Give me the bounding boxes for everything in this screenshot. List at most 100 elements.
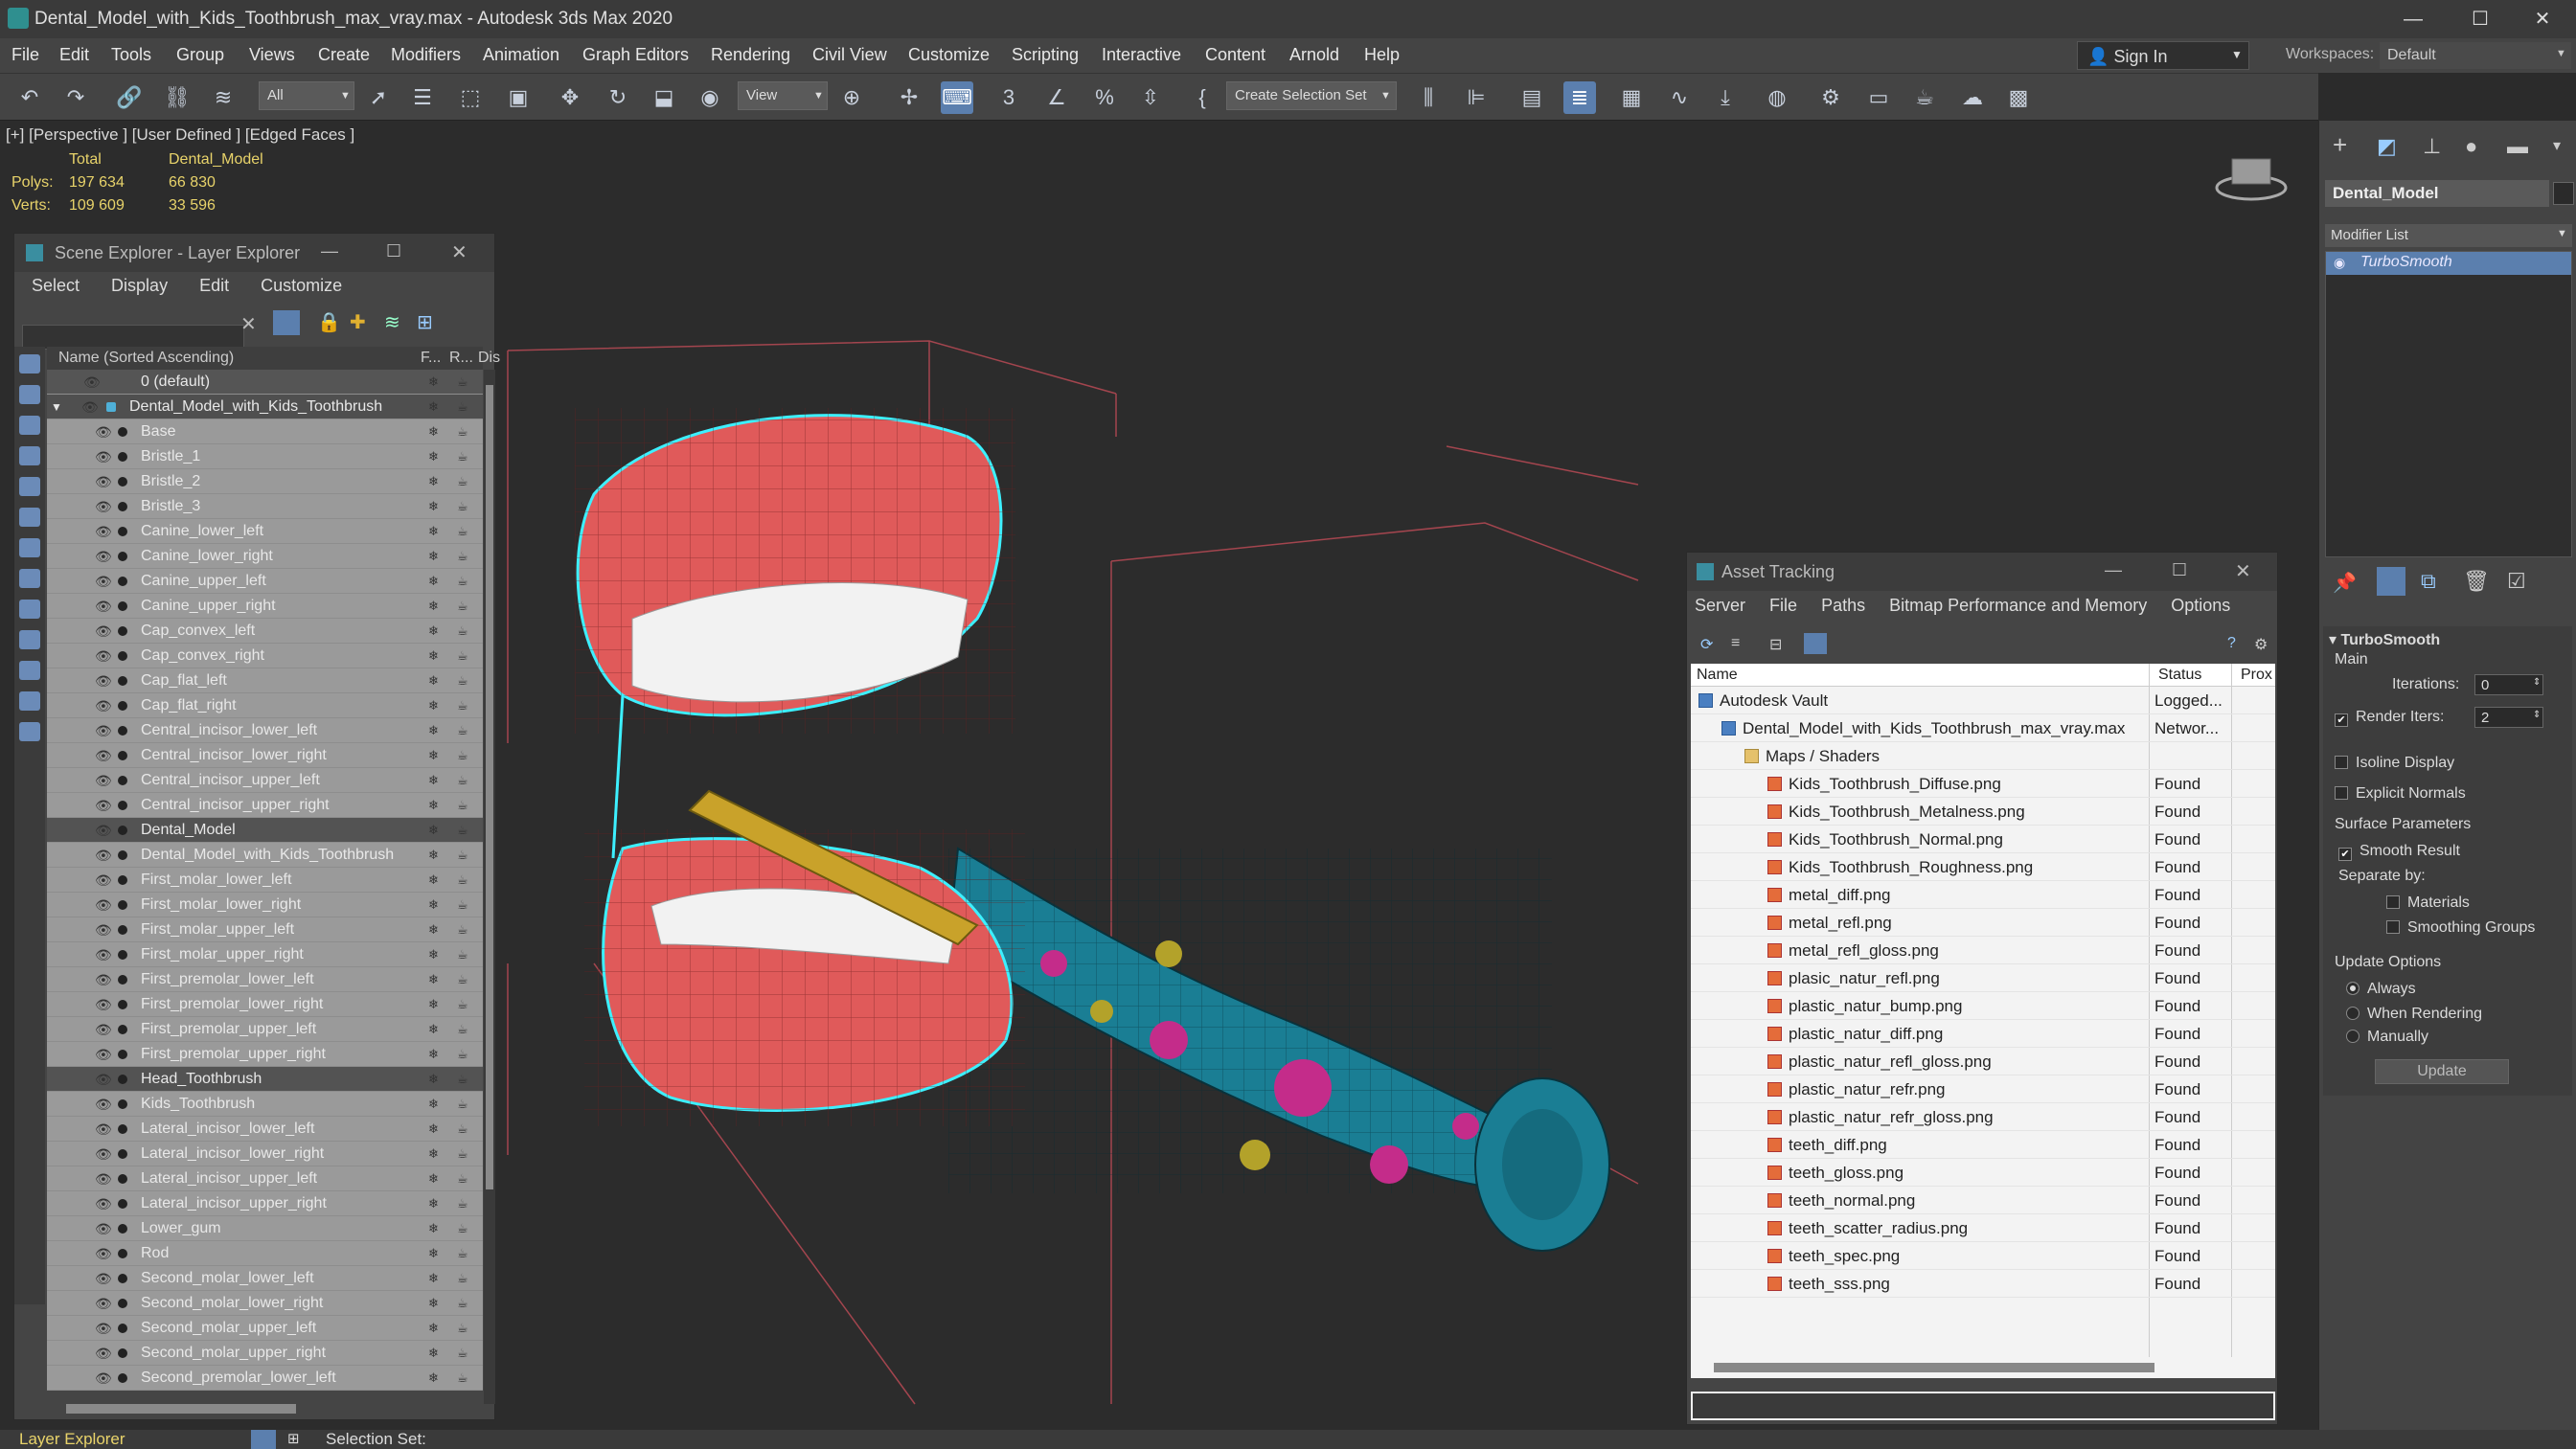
eye-icon[interactable]: 👁 <box>95 1117 112 1142</box>
hierarchy-tab-icon[interactable]: ⊥ <box>2423 134 2441 159</box>
render-icon[interactable]: ☕ <box>457 1291 468 1316</box>
align-icon[interactable]: ⊫ <box>1460 81 1493 114</box>
filter-containers-icon[interactable] <box>19 630 40 649</box>
column-status[interactable]: Status <box>2158 667 2201 684</box>
eye-icon[interactable]: 👁 <box>95 743 112 768</box>
eye-icon[interactable]: 👁 <box>95 942 112 967</box>
column-renderable[interactable]: R... <box>449 350 473 367</box>
settings-icon[interactable]: ⚙ <box>2254 635 2268 654</box>
render-icon[interactable]: ☕ <box>457 668 468 693</box>
filter-xrefs-icon[interactable] <box>19 569 40 588</box>
freeze-icon[interactable]: ❄ <box>428 494 439 519</box>
asset-row[interactable]: Kids_Toothbrush_Roughness.png Found <box>1691 853 2275 881</box>
select-object-icon[interactable]: ➚ <box>362 81 395 114</box>
render-icon[interactable]: ☕ <box>457 619 468 644</box>
scene-horizontal-scrollbar[interactable] <box>66 1404 296 1414</box>
scene-explorer-window[interactable]: Scene Explorer - Layer Explorer — ☐ ✕ Se… <box>13 233 500 1420</box>
freeze-icon[interactable]: ❄ <box>428 1316 439 1341</box>
filter-spacewarps-icon[interactable] <box>19 508 40 527</box>
render-iterative-icon[interactable]: ☁ <box>1956 81 1989 114</box>
smooth-result-checkbox[interactable]: ✔ Smooth Result <box>2338 843 2460 861</box>
spinner-arrows-icon[interactable]: ⇕ <box>2533 710 2541 720</box>
freeze-icon[interactable]: ❄ <box>428 843 439 868</box>
scene-row[interactable]: 👁 Bristle_1 ❄ ☕ <box>47 444 483 469</box>
eye-icon[interactable]: 👁 <box>95 793 112 818</box>
scene-row[interactable]: 👁 Second_molar_lower_right ❄ ☕ <box>47 1291 483 1316</box>
freeze-icon[interactable]: ❄ <box>428 1266 439 1291</box>
freeze-icon[interactable]: ❄ <box>428 1166 439 1191</box>
tree-view-icon[interactable]: ⊟ <box>1769 635 1782 654</box>
select-manipulate-icon[interactable]: ✢ <box>893 81 925 114</box>
asset-row[interactable]: Autodesk Vault Logged... <box>1691 687 2275 714</box>
scene-row[interactable]: 👁 Lateral_incisor_lower_left ❄ ☕ <box>47 1117 483 1142</box>
eye-icon[interactable]: 👁 <box>95 1191 112 1216</box>
eye-icon[interactable]: 👁 <box>95 668 112 693</box>
modifier-list-dropdown[interactable]: Modifier List ▼ <box>2325 224 2572 247</box>
asset-row[interactable]: plastic_natur_refl_gloss.png Found <box>1691 1048 2275 1075</box>
freeze-icon[interactable]: ❄ <box>428 893 439 917</box>
filter-helpers-icon[interactable] <box>19 477 40 496</box>
asset-row[interactable]: plasic_natur_refl.png Found <box>1691 964 2275 992</box>
freeze-icon[interactable]: ❄ <box>428 644 439 668</box>
render-icon[interactable]: ☕ <box>457 444 468 469</box>
render-icon[interactable]: ☕ <box>457 1341 468 1366</box>
freeze-icon[interactable]: ❄ <box>428 818 439 843</box>
spinner-snap-icon[interactable]: ⇳ <box>1134 81 1167 114</box>
render-icon[interactable]: ☕ <box>457 743 468 768</box>
freeze-icon[interactable]: ❄ <box>428 1092 439 1117</box>
layer-explorer-toggle-icon[interactable] <box>251 1430 276 1449</box>
eye-icon[interactable]: 👁 <box>95 693 112 718</box>
pin-stack-icon[interactable]: 📌 <box>2333 571 2357 595</box>
pivot-center-icon[interactable]: ⊕ <box>835 81 868 114</box>
eye-icon[interactable]: 👁 <box>95 569 112 594</box>
menu-group[interactable]: Group <box>176 45 224 65</box>
scene-row[interactable]: 👁 First_molar_upper_left ❄ ☕ <box>47 917 483 942</box>
modifier-stack-item[interactable]: ◉ TurboSmooth <box>2326 252 2571 275</box>
eye-icon[interactable]: 👁 <box>81 395 99 419</box>
render-icon[interactable]: ☕ <box>457 569 468 594</box>
freeze-icon[interactable]: ❄ <box>428 1142 439 1166</box>
menu-views[interactable]: Views <box>249 45 295 65</box>
rendered-frame-window-icon[interactable]: ▭ <box>1862 81 1895 114</box>
expand-toggle-icon[interactable]: ▼ <box>51 395 62 419</box>
scene-row[interactable]: 👁 Rod ❄ ☕ <box>47 1241 483 1266</box>
curve-editor-icon[interactable]: ∿ <box>1663 81 1696 114</box>
rectangular-selection-icon[interactable]: ⬚ <box>454 81 487 114</box>
eye-icon[interactable]: 👁 <box>95 1316 112 1341</box>
freeze-icon[interactable]: ❄ <box>428 768 439 793</box>
menu-help[interactable]: Help <box>1364 45 1400 65</box>
freeze-icon[interactable]: ❄ <box>428 1017 439 1042</box>
menu-file[interactable]: File <box>11 45 39 65</box>
maximize-icon[interactable]: ☐ <box>2447 0 2514 38</box>
asset-row[interactable]: metal_diff.png Found <box>1691 881 2275 909</box>
column-name[interactable]: Name <box>1697 667 1738 684</box>
render-icon[interactable]: ☕ <box>457 1166 468 1191</box>
create-tab-icon[interactable]: + <box>2333 130 2347 160</box>
scene-row[interactable]: 👁 Canine_lower_left ❄ ☕ <box>47 519 483 544</box>
render-icon[interactable]: ☕ <box>457 917 468 942</box>
menu-customize[interactable]: Customize <box>261 276 342 295</box>
asset-row[interactable]: teeth_spec.png Found <box>1691 1242 2275 1270</box>
freeze-icon[interactable]: ❄ <box>428 718 439 743</box>
filter-frozen-icon[interactable] <box>19 661 40 680</box>
scene-scrollbar[interactable] <box>484 370 495 1404</box>
render-icon[interactable]: ☕ <box>457 469 468 494</box>
scene-row[interactable]: 👁 Head_Toothbrush ❄ ☕ <box>47 1067 483 1092</box>
lock-icon[interactable]: 🔒 <box>317 310 341 334</box>
scene-row[interactable]: 👁 Cap_flat_right ❄ ☕ <box>47 693 483 718</box>
freeze-icon[interactable]: ❄ <box>428 519 439 544</box>
menu-arnold[interactable]: Arnold <box>1289 45 1339 65</box>
asset-row[interactable]: metal_refl_gloss.png Found <box>1691 937 2275 964</box>
eye-icon[interactable]: 👁 <box>95 818 112 843</box>
refresh-icon[interactable]: ⟳ <box>1700 635 1713 654</box>
eye-icon[interactable]: 👁 <box>95 1017 112 1042</box>
turbosmooth-rollout-header[interactable]: ▾ TurboSmooth <box>2329 630 2440 649</box>
freeze-icon[interactable]: ❄ <box>428 693 439 718</box>
freeze-icon[interactable]: ❄ <box>428 1216 439 1241</box>
render-icon[interactable]: ☕ <box>457 693 468 718</box>
scene-row[interactable]: 👁 0 (default) ❄ ☕ <box>47 370 483 395</box>
asset-row[interactable]: metal_refl.png Found <box>1691 909 2275 937</box>
freeze-icon[interactable]: ❄ <box>428 395 439 419</box>
table-view-icon[interactable] <box>1804 633 1827 654</box>
eye-icon[interactable]: 👁 <box>95 718 112 743</box>
